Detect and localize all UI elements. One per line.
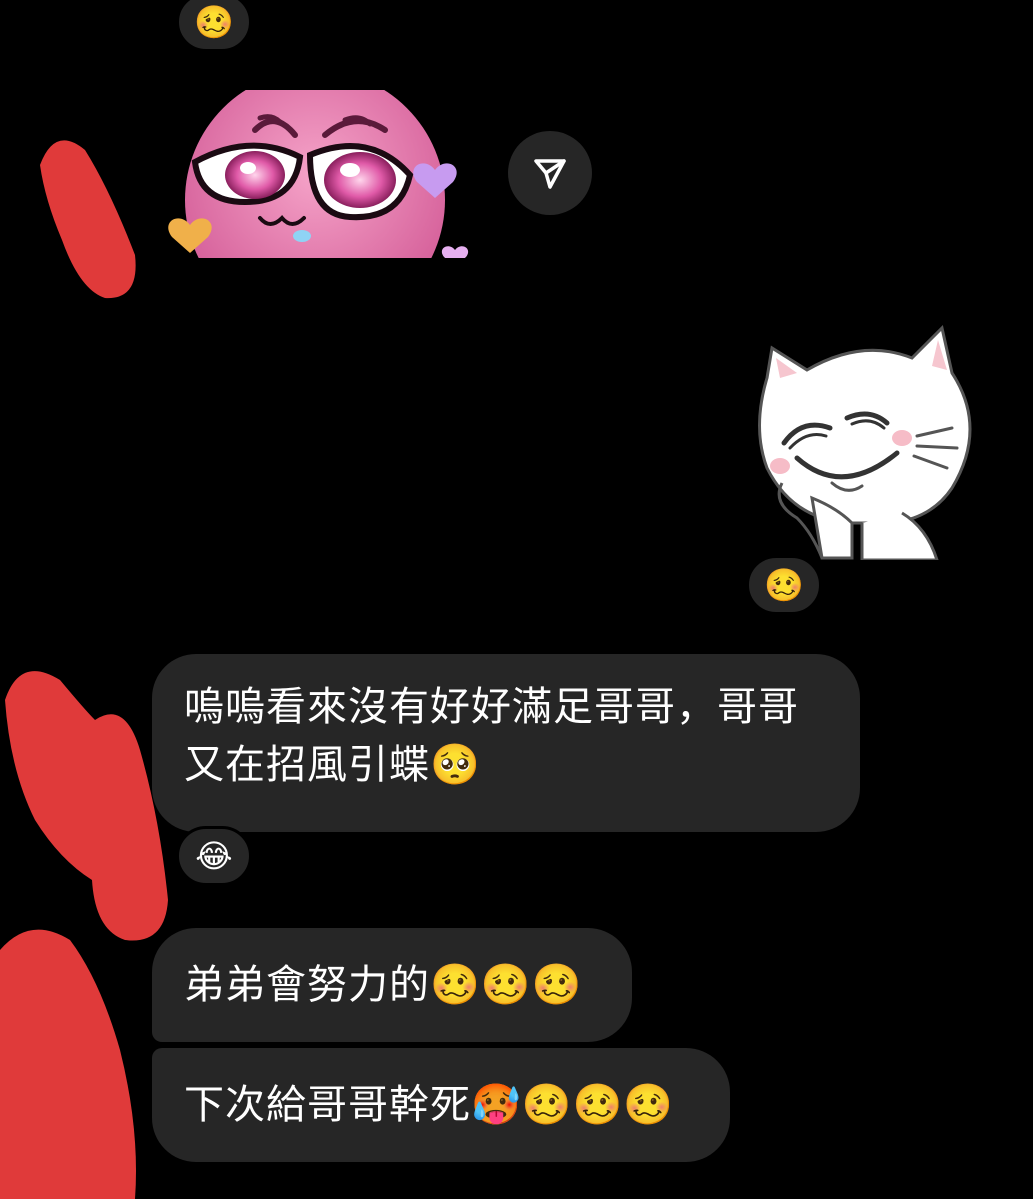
message-text-line: 又在招風引蝶🥺 xyxy=(184,742,481,788)
message-bubble-received[interactable]: 下次給哥哥幹死🥵🥴🥴🥴 xyxy=(152,1048,730,1162)
white-cat-sticker[interactable] xyxy=(752,318,988,562)
pink-face-sticker[interactable] xyxy=(160,90,480,258)
pink-face-sticker-image xyxy=(168,90,469,258)
reaction-message-1[interactable]: 😂 xyxy=(176,826,252,886)
message-bubble-received[interactable]: 嗚嗚看來沒有好好滿足哥哥，哥哥 又在招風引蝶🥺 xyxy=(152,654,860,832)
white-cat-sticker-image xyxy=(758,325,972,562)
woozy-face-reaction: 🥴 xyxy=(194,3,234,41)
tears-of-joy-reaction: 😂 xyxy=(195,837,233,875)
message-text-line: 嗚嗚看來沒有好好滿足哥哥，哥哥 xyxy=(184,684,799,730)
message-text: 弟弟會努力的🥴🥴🥴 xyxy=(184,962,583,1008)
message-text: 下次給哥哥幹死🥵🥴🥴🥴 xyxy=(184,1082,675,1128)
woozy-face-reaction: 🥴 xyxy=(764,566,804,604)
share-button[interactable] xyxy=(508,131,592,215)
message-bubble-received[interactable]: 弟弟會努力的🥴🥴🥴 xyxy=(152,928,632,1042)
reaction-cat-sticker[interactable]: 🥴 xyxy=(746,555,822,615)
reaction-top-sticker[interactable]: 🥴 xyxy=(176,0,252,52)
share-icon xyxy=(534,159,566,189)
